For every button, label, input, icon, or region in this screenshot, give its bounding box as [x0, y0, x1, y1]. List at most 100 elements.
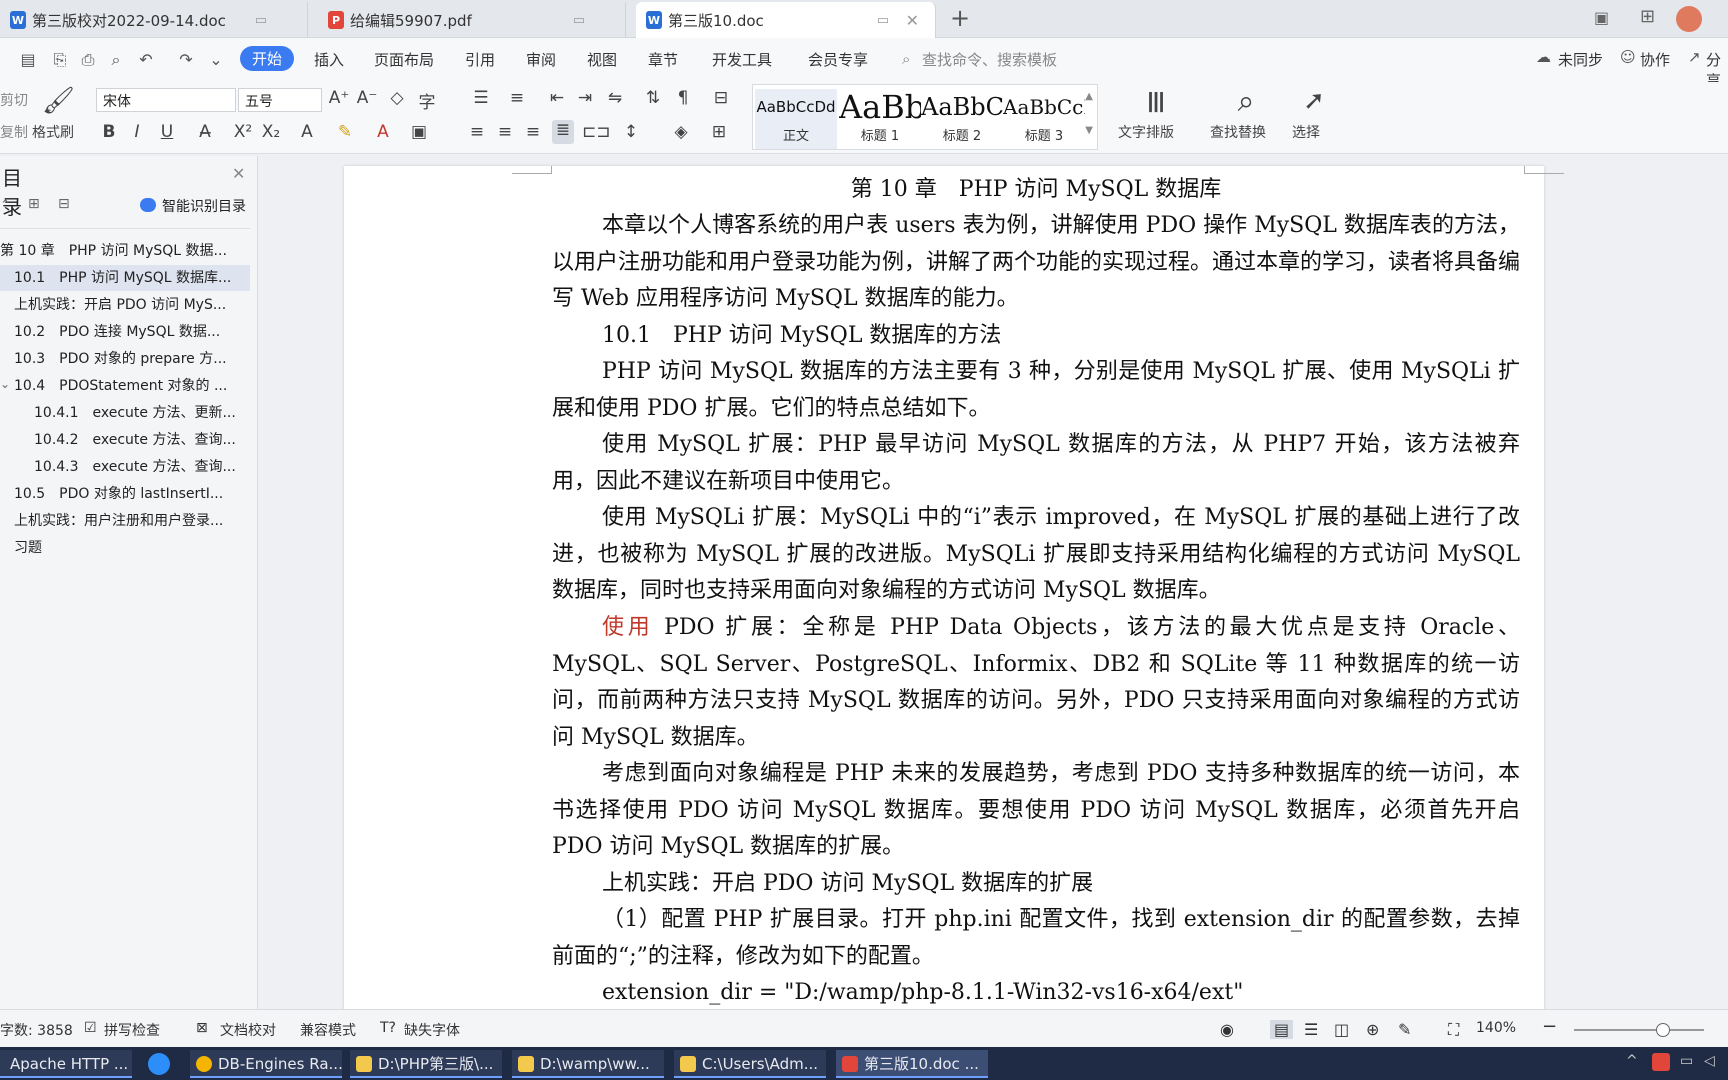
new-tab-icon[interactable]: + [950, 4, 970, 32]
zoom-out-icon[interactable]: − [1542, 1016, 1557, 1037]
toc-item[interactable]: 10.4.3 execute 方法、查询... [0, 454, 250, 480]
taskbar-item[interactable]: D:\PHP第三版\... [350, 1050, 502, 1078]
bold-icon[interactable]: B [98, 122, 120, 142]
doc-tab-1[interactable]: W 第三版校对2022-09-14.doc ▭ [0, 2, 308, 38]
char-border-icon[interactable]: ▣ [408, 122, 430, 142]
avatar[interactable] [1676, 6, 1702, 32]
zoom-level[interactable]: 140% [1476, 1020, 1516, 1036]
select-button[interactable]: 选择 [1292, 122, 1320, 142]
export-icon[interactable]: ⎘ [50, 50, 70, 70]
toc-item[interactable]: 10.3 PDO 对象的 prepare 方... [0, 346, 250, 372]
copy-button[interactable]: 复制 [0, 122, 28, 142]
edge-icon[interactable] [148, 1053, 170, 1075]
document-area[interactable]: 第 10 章 PHP 访问 MySQL 数据库 本章以个人博客系统的用户表 us… [258, 156, 1728, 1009]
decrease-indent-icon[interactable]: ⇤ [546, 88, 568, 108]
toc-item[interactable]: 10.1 PHP 访问 MySQL 数据库... [0, 265, 250, 291]
smart-toc-button[interactable]: 智能识别目录 [162, 196, 246, 216]
clear-format-icon[interactable]: ◇ [386, 88, 408, 108]
toc-item[interactable]: 10.4 PDOStatement 对象的 ... [0, 373, 250, 399]
increase-indent-icon[interactable]: ⇥ [574, 88, 596, 108]
menu-view[interactable]: 视图 [587, 49, 617, 70]
format-painter-button[interactable]: 格式刷 [32, 122, 74, 142]
menu-review[interactable]: 审阅 [526, 49, 556, 70]
toc-item[interactable]: 10.4.2 execute 方法、查询... [0, 427, 250, 453]
save-icon[interactable]: ▤ [18, 50, 38, 70]
menu-insert[interactable]: 插入 [314, 49, 344, 70]
justify-icon[interactable]: ≣ [552, 120, 574, 144]
window-icon[interactable]: ▭ [573, 13, 585, 28]
style-heading-2[interactable]: AaBbC 标题 2 [921, 89, 1003, 149]
line-spacing-icon[interactable]: ↕ [620, 122, 642, 142]
taskbar-item[interactable]: D:\wamp\ww... [512, 1050, 664, 1078]
numbering-icon[interactable]: ≡ [506, 88, 528, 108]
menu-developer[interactable]: 开发工具 [712, 49, 772, 70]
print-icon[interactable]: ⎙ [78, 50, 98, 70]
window-icon[interactable]: ▭ [877, 13, 889, 28]
reading-view-icon[interactable]: ◫ [1334, 1020, 1349, 1039]
find-replace-button[interactable]: 查找替换 [1210, 122, 1266, 142]
undo-icon[interactable]: ↶ [136, 50, 156, 70]
layout-icon[interactable]: ▣ [1594, 8, 1609, 27]
toc-item[interactable]: 第 10 章 PHP 访问 MySQL 数据... [0, 238, 250, 264]
collab-button[interactable]: 协作 [1640, 49, 1670, 70]
borders-icon[interactable]: ⊞ [708, 122, 730, 142]
grow-font-icon[interactable]: A⁺ [328, 88, 350, 108]
ime-icon[interactable] [1652, 1053, 1670, 1071]
toc-item[interactable]: 10.5 PDO 对象的 lastInsertI... [0, 481, 250, 507]
subscript-icon[interactable]: X₂ [260, 122, 282, 142]
toc-item[interactable]: 习题 [0, 535, 250, 561]
style-heading-1[interactable]: AaBb 标题 1 [839, 89, 921, 149]
outline-view-icon[interactable]: ☰ [1304, 1020, 1318, 1039]
redo-icon[interactable]: ↷ [176, 50, 196, 70]
toc-item[interactable]: 上机实践：开启 PDO 访问 MyS... [0, 292, 250, 318]
collapse-icon[interactable]: ⌃ [0, 198, 11, 213]
strikethrough-icon[interactable]: A̶ [194, 122, 216, 142]
sort-icon[interactable]: ⇅ [642, 88, 664, 108]
network-icon[interactable]: ▭ [1680, 1053, 1693, 1069]
style-normal[interactable]: AaBbCcDd 正文 [755, 89, 837, 149]
preview-icon[interactable]: ⌕ [106, 50, 126, 70]
cut-button[interactable]: 剪切 [0, 90, 28, 110]
shading-icon[interactable]: ◈ [670, 122, 692, 142]
align-right-icon[interactable]: ≡ [522, 122, 544, 142]
toc-item[interactable]: 上机实践：用户注册和用户登录... [0, 508, 250, 534]
table-tools-icon[interactable]: ⊟ [710, 88, 732, 108]
text-direction-icon[interactable]: ⇋ [604, 88, 626, 108]
more-styles-icon[interactable]: ▼ [1085, 125, 1093, 136]
page-view-icon[interactable]: ▤ [1270, 1020, 1294, 1039]
style-heading-3[interactable]: AaBbCcD 标题 3 [1003, 89, 1085, 149]
zoom-slider[interactable] [1574, 1029, 1704, 1031]
highlight-icon[interactable]: ✎ [334, 122, 356, 142]
menu-page-layout[interactable]: 页面布局 [374, 49, 434, 70]
doc-tab-3[interactable]: W 第三版10.doc ▭ ✕ [636, 2, 936, 38]
missing-font-button[interactable]: 缺失字体 [404, 1020, 460, 1040]
eye-icon[interactable]: ◉ [1220, 1020, 1234, 1039]
font-color-icon[interactable]: A [372, 122, 394, 142]
menu-home[interactable]: 开始 [240, 46, 295, 71]
superscript-icon[interactable]: X² [232, 122, 254, 142]
word-count[interactable]: 字数: 3858 [0, 1020, 73, 1040]
taskbar-item[interactable]: C:\Users\Adm... [674, 1050, 826, 1078]
align-left-icon[interactable]: ≡ [466, 122, 488, 142]
distribute-icon[interactable]: ⊏⊐ [582, 122, 611, 142]
zoom-slider-handle[interactable] [1656, 1023, 1670, 1037]
doc-tab-2[interactable]: P 给编辑59907.pdf ▭ [318, 2, 626, 38]
write-view-icon[interactable]: ✎ [1398, 1020, 1411, 1039]
font-name-select[interactable]: 宋体 [96, 88, 236, 112]
toc-item[interactable]: 10.2 PDO 连接 MySQL 数据... [0, 319, 250, 345]
chevron-down-icon[interactable]: ⌄ [206, 50, 226, 70]
underline-icon[interactable]: U [156, 122, 178, 142]
spell-check-button[interactable]: 拼写检查 [104, 1020, 160, 1040]
taskbar-item[interactable]: 第三版10.doc ... [836, 1050, 988, 1078]
document-page[interactable]: 第 10 章 PHP 访问 MySQL 数据库 本章以个人博客系统的用户表 us… [344, 166, 1564, 1009]
phonetic-icon[interactable]: 字 [416, 88, 438, 113]
shrink-font-icon[interactable]: A⁻ [356, 88, 378, 108]
menu-references[interactable]: 引用 [465, 49, 495, 70]
align-center-icon[interactable]: ≡ [494, 122, 516, 142]
text-effect-icon[interactable]: A [296, 122, 318, 142]
apps-grid-icon[interactable]: ⊞ [1640, 6, 1655, 27]
expand-all-icon[interactable]: ⊞ [28, 196, 40, 212]
taskbar-item[interactable]: DB-Engines Ra... [190, 1050, 342, 1078]
tray-expand-icon[interactable]: ^ [1626, 1053, 1638, 1069]
italic-icon[interactable]: I [126, 122, 148, 142]
